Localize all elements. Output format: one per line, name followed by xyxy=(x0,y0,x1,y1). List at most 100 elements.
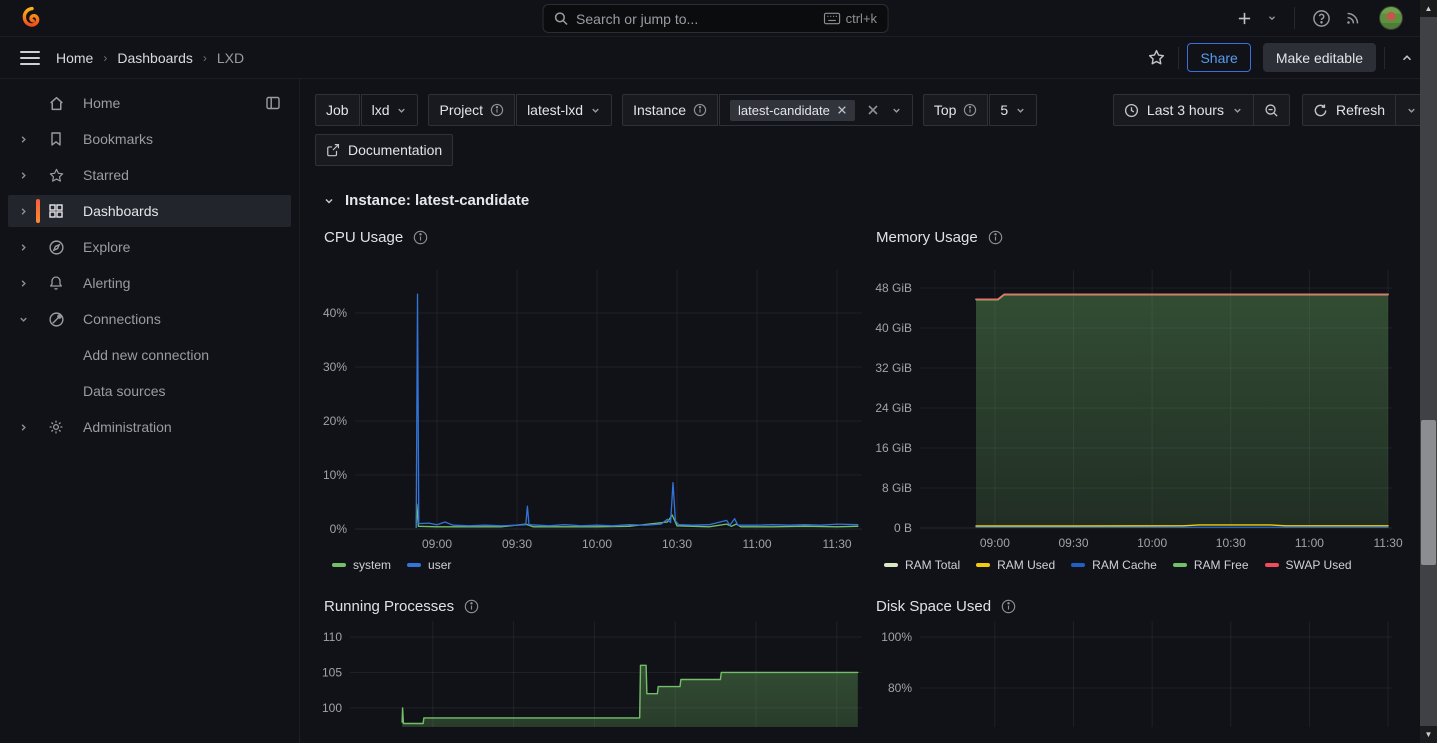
keyboard-icon xyxy=(824,12,841,25)
panel-title[interactable]: Running Processes xyxy=(324,598,867,615)
svg-text:11:00: 11:00 xyxy=(1295,536,1324,550)
filter-instance-label: Instance xyxy=(622,94,718,126)
news-button[interactable] xyxy=(1339,4,1367,32)
legend-label: SWAP Used xyxy=(1286,558,1352,572)
refresh-button[interactable]: Refresh xyxy=(1302,94,1396,126)
filter-project-label: Project xyxy=(428,94,515,126)
clock-icon xyxy=(1124,103,1139,118)
documentation-button[interactable]: Documentation xyxy=(315,134,453,166)
sidebar-item-bookmarks[interactable]: Bookmarks xyxy=(8,123,291,155)
svg-text:11:00: 11:00 xyxy=(742,537,771,551)
svg-text:20%: 20% xyxy=(323,414,347,428)
vertical-scrollbar[interactable]: ▲ ▼ xyxy=(1420,0,1437,743)
panel-title[interactable]: Memory Usage xyxy=(876,229,1420,246)
legend-item[interactable]: user xyxy=(407,558,451,572)
panel-disk-space: Disk Space Used 80%100% xyxy=(867,572,1420,727)
legend-item[interactable]: RAM Total xyxy=(884,558,960,572)
sidebar-item-starred[interactable]: Starred xyxy=(8,159,291,191)
filter-instance-value[interactable]: latest-candidate xyxy=(719,94,913,126)
expand-chevron-icon[interactable] xyxy=(8,206,38,217)
info-icon[interactable] xyxy=(490,103,504,117)
collapse-header-button[interactable] xyxy=(1393,44,1421,72)
time-controls: Last 3 hours Refresh xyxy=(1113,94,1437,126)
filter-project: Project latest-lxd xyxy=(428,94,612,126)
filter-top-value[interactable]: 5 xyxy=(989,94,1037,126)
close-icon[interactable] xyxy=(837,105,847,115)
expand-chevron-icon[interactable] xyxy=(8,422,38,433)
legend-item[interactable]: SWAP Used xyxy=(1265,558,1352,572)
share-button[interactable]: Share xyxy=(1187,43,1250,72)
svg-text:105: 105 xyxy=(322,665,342,679)
sidebar-item-explore[interactable]: Explore xyxy=(8,231,291,263)
svg-text:40 GiB: 40 GiB xyxy=(875,321,912,335)
disk-space-chart[interactable]: 80%100% xyxy=(867,621,1420,727)
expand-chevron-icon[interactable] xyxy=(8,134,38,145)
page-header: Home › Dashboards › LXD Share Make edita… xyxy=(0,37,1437,79)
menu-toggle-button[interactable] xyxy=(20,51,40,65)
dashboard-controls: Job lxd Project latest-lxd xyxy=(315,94,1437,126)
svg-text:0%: 0% xyxy=(330,522,348,536)
add-new-caret[interactable] xyxy=(1262,4,1282,32)
scroll-up-button[interactable]: ▲ xyxy=(1420,0,1437,17)
breadcrumb-dashboards[interactable]: Dashboards xyxy=(117,50,193,66)
collapse-chevron-icon[interactable] xyxy=(8,314,38,325)
scroll-down-button[interactable]: ▼ xyxy=(1420,726,1437,743)
memory-usage-chart[interactable]: 09:0009:3010:0010:3011:0011:300 B8 GiB16… xyxy=(867,252,1420,554)
expand-chevron-icon[interactable] xyxy=(8,278,38,289)
sidebar-item-dashboards[interactable]: Dashboards xyxy=(8,195,291,227)
svg-text:100: 100 xyxy=(322,701,342,715)
scrollbar-thumb[interactable] xyxy=(1421,420,1436,565)
running-processes-chart[interactable]: 100105110 xyxy=(315,621,867,727)
instance-tag[interactable]: latest-candidate xyxy=(730,100,855,121)
sidebar-item-data-sources[interactable]: Data sources xyxy=(8,375,291,407)
svg-text:24 GiB: 24 GiB xyxy=(875,401,912,415)
svg-text:48 GiB: 48 GiB xyxy=(875,281,912,295)
info-icon[interactable] xyxy=(1001,599,1016,614)
svg-text:16 GiB: 16 GiB xyxy=(875,441,912,455)
time-range-picker[interactable]: Last 3 hours xyxy=(1113,94,1254,126)
expand-chevron-icon[interactable] xyxy=(8,170,38,181)
svg-text:80%: 80% xyxy=(888,681,912,695)
sidebar-item-add-new-connection[interactable]: Add new connection xyxy=(8,339,291,371)
help-button[interactable] xyxy=(1307,4,1335,32)
make-editable-button[interactable]: Make editable xyxy=(1263,43,1376,72)
info-icon[interactable] xyxy=(464,599,479,614)
row-section-header[interactable]: Instance: latest-candidate xyxy=(323,192,1437,209)
expand-chevron-icon[interactable] xyxy=(8,242,38,253)
legend-swatch xyxy=(332,563,346,567)
info-icon[interactable] xyxy=(693,103,707,117)
zoom-out-button[interactable] xyxy=(1253,94,1290,126)
info-icon[interactable] xyxy=(988,230,1003,245)
header-divider xyxy=(1384,47,1385,69)
svg-text:10:30: 10:30 xyxy=(1216,536,1246,550)
grafana-logo[interactable] xyxy=(20,6,44,30)
search-input[interactable]: Search or jump to... ctrl+k xyxy=(542,4,888,33)
favorite-button[interactable] xyxy=(1142,44,1170,72)
info-icon[interactable] xyxy=(413,230,428,245)
legend-item[interactable]: RAM Cache xyxy=(1071,558,1157,572)
avatar[interactable] xyxy=(1379,6,1403,30)
dock-sidebar-icon[interactable] xyxy=(265,95,281,111)
legend-item[interactable]: system xyxy=(332,558,391,572)
sidebar-item-connections[interactable]: Connections xyxy=(8,303,291,335)
clear-all-icon[interactable] xyxy=(867,104,879,116)
sidebar-item-alerting[interactable]: Alerting xyxy=(8,267,291,299)
add-new-button[interactable] xyxy=(1230,4,1258,32)
chevron-up-icon xyxy=(1400,51,1414,65)
svg-text:09:30: 09:30 xyxy=(502,537,532,551)
breadcrumb-home[interactable]: Home xyxy=(56,50,93,66)
info-icon[interactable] xyxy=(963,103,977,117)
svg-text:10:00: 10:00 xyxy=(1137,536,1167,550)
sidebar-item-home[interactable]: Home xyxy=(8,87,291,119)
panel-title[interactable]: Disk Space Used xyxy=(876,598,1420,615)
sidebar-item-administration[interactable]: Administration xyxy=(8,411,291,443)
plus-icon xyxy=(1237,11,1252,26)
cpu-usage-chart[interactable]: 09:0009:3010:0010:3011:0011:300%10%20%30… xyxy=(315,252,867,554)
legend-item[interactable]: RAM Free xyxy=(1173,558,1249,572)
star-icon xyxy=(46,167,66,184)
svg-text:10:00: 10:00 xyxy=(582,537,612,551)
filter-job-value[interactable]: lxd xyxy=(361,94,419,126)
legend-item[interactable]: RAM Used xyxy=(976,558,1055,572)
filter-project-value[interactable]: latest-lxd xyxy=(516,94,612,126)
panel-title[interactable]: CPU Usage xyxy=(324,229,867,246)
